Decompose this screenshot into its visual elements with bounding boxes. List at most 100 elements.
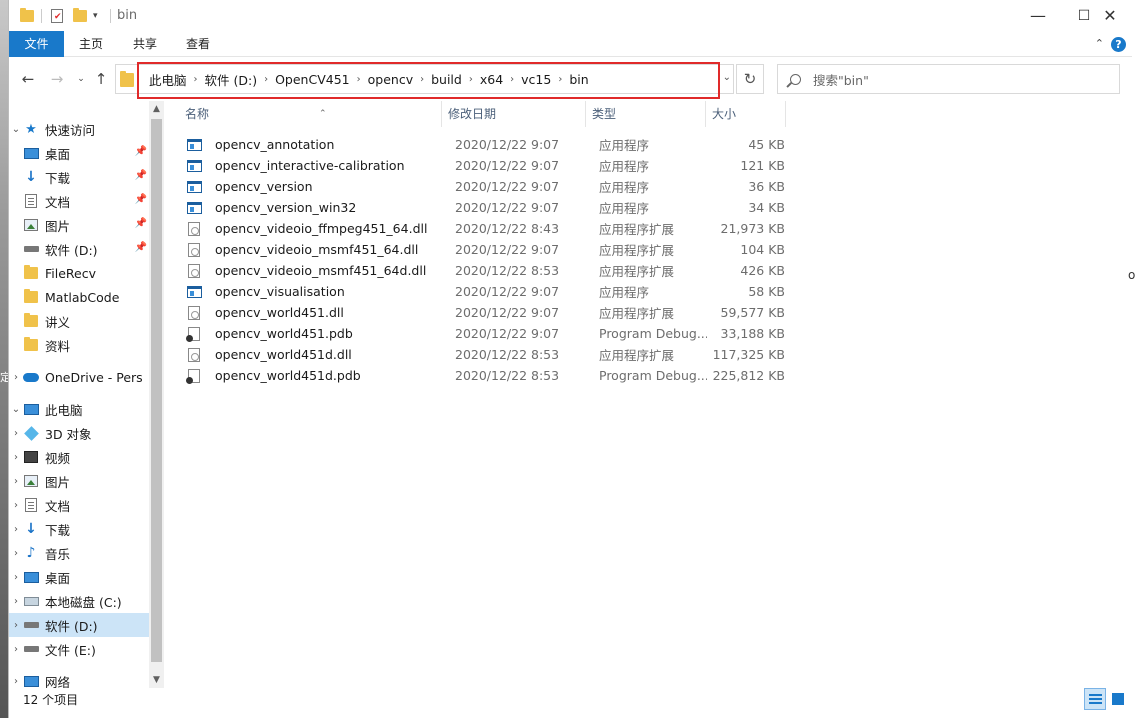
large-icons-view-icon: [1112, 693, 1124, 705]
file-row[interactable]: opencv_videoio_msmf451_64.dll 2020/12/22 …: [186, 239, 786, 260]
address-bar[interactable]: 此电脑 › 软件 (D:) › OpenCV451 › opencv › build › …: [115, 64, 734, 94]
nav-item-this-pc[interactable]: ⌄ 此电脑: [9, 397, 149, 421]
help-button[interactable]: ?: [1111, 37, 1126, 52]
nav-item-drive-d-quick[interactable]: 软件 (D:) 📌: [9, 237, 149, 261]
file-row[interactable]: opencv_version 2020/12/22 9:07 应用程序 36 KB: [186, 176, 786, 197]
breadcrumb-vc15[interactable]: vc15: [516, 72, 556, 87]
expand-chevron-icon[interactable]: ›: [9, 476, 23, 487]
file-row[interactable]: opencv_videoio_msmf451_64d.dll 2020/12/22…: [186, 260, 786, 281]
file-row[interactable]: opencv_interactive-calibration 2020/12/22…: [186, 155, 786, 176]
breadcrumb-x64[interactable]: x64: [475, 72, 508, 87]
nav-item-drive-d[interactable]: › 软件 (D:): [9, 613, 149, 637]
tab-share[interactable]: 共享: [123, 31, 167, 57]
nav-item-pictures-pc[interactable]: › 图片: [9, 469, 149, 493]
file-row[interactable]: opencv_world451.pdb 2020/12/22 9:07 Progra…: [186, 323, 786, 344]
breadcrumb-separator-icon[interactable]: ›: [508, 74, 516, 85]
nav-item-drive-e[interactable]: › 文件 (E:): [9, 637, 149, 661]
column-header-type[interactable]: 类型: [586, 101, 706, 127]
expand-chevron-icon[interactable]: ›: [9, 500, 23, 511]
breadcrumb-separator-icon[interactable]: ›: [355, 74, 363, 85]
drive-icon: [23, 642, 39, 656]
up-arrow-icon[interactable]: ↑: [91, 69, 111, 89]
breadcrumb-opencv451[interactable]: OpenCV451: [270, 72, 355, 87]
nav-item-downloads-pc[interactable]: › ↓ 下载: [9, 517, 149, 541]
file-row[interactable]: opencv_videoio_ffmpeg451_64.dll 2020/12/2…: [186, 218, 786, 239]
nav-item-downloads[interactable]: ↓ 下载 📌: [9, 165, 149, 189]
nav-item-onedrive[interactable]: › OneDrive - Pers: [9, 365, 149, 389]
expand-chevron-icon[interactable]: ›: [9, 676, 23, 687]
breadcrumb-separator-icon[interactable]: ›: [418, 74, 426, 85]
application-icon: [186, 159, 202, 173]
application-icon: [186, 201, 202, 215]
file-row[interactable]: opencv_world451.dll 2020/12/22 9:07 应用程序扩展…: [186, 302, 786, 323]
forward-arrow-icon[interactable]: →: [47, 69, 67, 89]
details-view-button[interactable]: [1084, 688, 1106, 710]
nav-item-3d-objects[interactable]: › 3D 对象: [9, 421, 149, 445]
column-header-date[interactable]: 修改日期: [442, 101, 586, 127]
address-dropdown-chevron-icon[interactable]: ⌄: [723, 72, 731, 83]
large-icons-view-button[interactable]: [1107, 688, 1129, 710]
breadcrumb-separator-icon[interactable]: ›: [556, 74, 564, 85]
scrollbar-thumb[interactable]: [151, 119, 162, 662]
nav-item-pictures[interactable]: 图片 📌: [9, 213, 149, 237]
column-header-size[interactable]: 大小: [706, 101, 786, 127]
breadcrumb-separator-icon[interactable]: ›: [467, 74, 475, 85]
nav-item-desktop-pc[interactable]: › 桌面: [9, 565, 149, 589]
music-icon: ♪: [26, 545, 36, 561]
expand-chevron-icon[interactable]: ›: [9, 644, 23, 655]
file-row[interactable]: opencv_version_win32 2020/12/22 9:07 应用程序 3…: [186, 197, 786, 218]
file-row[interactable]: opencv_annotation 2020/12/22 9:07 应用程序 45 K…: [186, 134, 786, 155]
nav-item-materials[interactable]: 资料: [9, 333, 149, 357]
search-box[interactable]: 搜索"bin": [777, 64, 1120, 94]
nav-pane-scrollbar[interactable]: ▲ ▼: [149, 101, 164, 688]
expand-chevron-icon[interactable]: ⌄: [9, 124, 23, 135]
expand-chevron-icon[interactable]: ›: [9, 596, 23, 607]
expand-chevron-icon[interactable]: ›: [9, 620, 23, 631]
nav-item-videos[interactable]: › 视频: [9, 445, 149, 469]
scroll-down-arrow-icon[interactable]: ▼: [149, 672, 164, 688]
recent-locations-chevron-icon[interactable]: ⌄: [71, 69, 91, 89]
expand-chevron-icon[interactable]: ›: [9, 572, 23, 583]
expand-chevron-icon[interactable]: ›: [9, 428, 23, 439]
close-button[interactable]: ✕: [1087, 0, 1133, 31]
breadcrumb-drive-d[interactable]: 软件 (D:): [200, 70, 263, 89]
refresh-button[interactable]: ↻: [736, 64, 764, 94]
new-folder-icon[interactable]: [73, 7, 87, 24]
breadcrumb-build[interactable]: build: [426, 72, 467, 87]
column-header-name[interactable]: 名称 ⌃: [179, 101, 442, 127]
chevron-up-icon[interactable]: ⌃: [1095, 37, 1104, 50]
expand-chevron-icon[interactable]: ›: [9, 524, 23, 535]
breadcrumb-this-pc[interactable]: 此电脑: [144, 70, 192, 89]
nav-item-music[interactable]: › ♪ 音乐: [9, 541, 149, 565]
properties-icon[interactable]: ✔: [51, 7, 63, 24]
breadcrumb-separator-icon[interactable]: ›: [192, 74, 200, 85]
nav-item-desktop[interactable]: 桌面 📌: [9, 141, 149, 165]
nav-item-network[interactable]: › 网络: [9, 669, 149, 689]
minimize-button[interactable]: —: [1015, 0, 1061, 31]
tab-view[interactable]: 查看: [176, 31, 220, 57]
breadcrumb-bin[interactable]: bin: [564, 72, 593, 87]
file-row[interactable]: opencv_visualisation 2020/12/22 9:07 应用程序 5…: [186, 281, 786, 302]
expand-chevron-icon[interactable]: ›: [9, 372, 23, 383]
expand-chevron-icon[interactable]: ›: [9, 452, 23, 463]
nav-item-lectures[interactable]: 讲义: [9, 309, 149, 333]
pin-icon: 📌: [134, 194, 147, 205]
breadcrumb-separator-icon[interactable]: ›: [262, 74, 270, 85]
nav-item-quick-access[interactable]: ⌄ ★ 快速访问: [9, 117, 149, 141]
nav-item-documents-pc[interactable]: › 文档: [9, 493, 149, 517]
expand-chevron-icon[interactable]: ›: [9, 548, 23, 559]
nav-item-local-disk-c[interactable]: › 本地磁盘 (C:): [9, 589, 149, 613]
nav-item-filerecv[interactable]: FileRecv: [9, 261, 149, 285]
customize-quick-access-icon[interactable]: ▾: [93, 7, 98, 24]
title-folder-icon: [20, 7, 34, 24]
tab-home[interactable]: 主页: [69, 31, 113, 57]
nav-item-matlabcode[interactable]: MatlabCode: [9, 285, 149, 309]
expand-chevron-icon[interactable]: ⌄: [9, 404, 23, 415]
nav-item-documents[interactable]: 文档 📌: [9, 189, 149, 213]
scroll-up-arrow-icon[interactable]: ▲: [149, 101, 164, 117]
back-arrow-icon[interactable]: ←: [18, 69, 38, 89]
tab-file[interactable]: 文件: [9, 31, 64, 57]
file-row[interactable]: opencv_world451d.pdb 2020/12/22 8:53 Progr…: [186, 365, 786, 386]
breadcrumb-opencv[interactable]: opencv: [363, 72, 418, 87]
file-row[interactable]: opencv_world451d.dll 2020/12/22 8:53 应用程序扩…: [186, 344, 786, 365]
